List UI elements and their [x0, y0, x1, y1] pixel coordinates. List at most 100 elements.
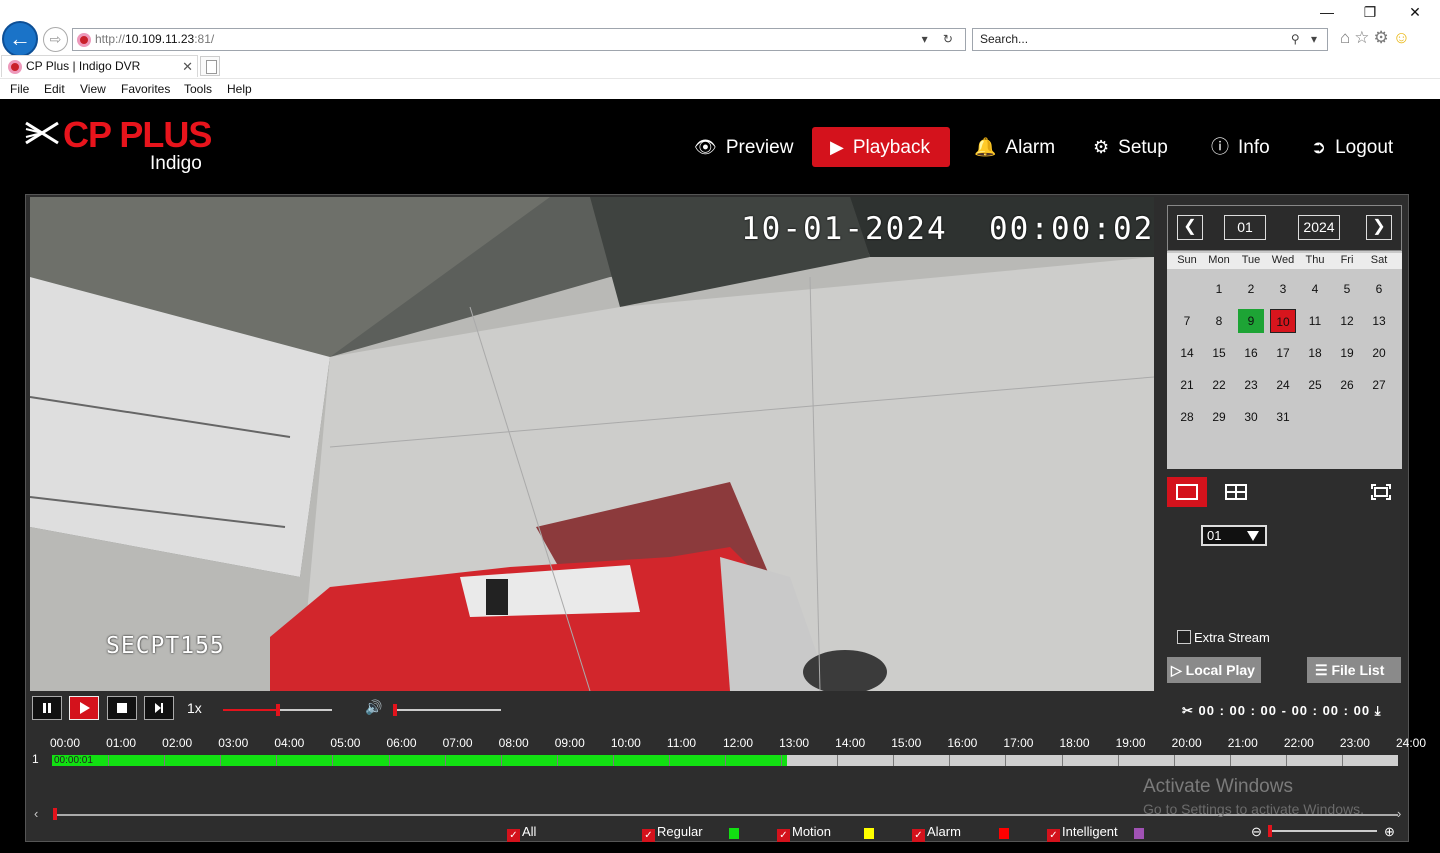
search-input[interactable]: Search... ⚲ ▾ [972, 28, 1328, 51]
calendar-day[interactable]: 15 [1206, 341, 1232, 365]
smiley-feedback-icon[interactable]: ☺ [1393, 28, 1414, 47]
refresh-icon[interactable]: ▾ ↻ [922, 29, 959, 50]
video-player[interactable]: 10-01-2024 00:00:02 SECPT155 [30, 197, 1154, 691]
forward-button[interactable]: ⇨ [43, 27, 68, 52]
progress-thumb[interactable] [275, 704, 280, 716]
calendar-day[interactable]: 1 [1206, 277, 1232, 301]
calendar-day[interactable]: 17 [1270, 341, 1296, 365]
calendar-day[interactable]: 31 [1270, 405, 1296, 429]
calendar-day[interactable]: 6 [1366, 277, 1392, 301]
calendar-day[interactable]: 24 [1270, 373, 1296, 397]
channel-select[interactable]: 01 [1201, 525, 1267, 546]
timeline-track[interactable]: 00:00:01 [52, 755, 1398, 766]
calendar-day[interactable]: 30 [1238, 405, 1264, 429]
calendar-day[interactable]: 22 [1206, 373, 1232, 397]
legend-motion[interactable]: ✓ Motion [777, 824, 831, 842]
scissors-icon[interactable]: ✂ [1182, 703, 1194, 718]
new-tab-button[interactable] [200, 56, 220, 76]
extra-stream-checkbox[interactable] [1177, 630, 1191, 644]
zoom-in-icon[interactable]: ⊕ [1384, 824, 1395, 840]
check-icon[interactable]: ✓ [912, 829, 925, 842]
quad-view-button[interactable] [1216, 477, 1256, 507]
playback-speed[interactable]: 1x [187, 700, 202, 716]
check-icon[interactable]: ✓ [507, 829, 520, 842]
calendar-day[interactable]: 2 [1238, 277, 1264, 301]
tab-close-icon[interactable]: ✕ [182, 56, 193, 77]
timeline-scroll-thumb[interactable] [53, 808, 57, 820]
menu-tools[interactable]: Tools [184, 82, 212, 96]
calendar-day[interactable]: 23 [1238, 373, 1264, 397]
nav-playback[interactable]: ▶ Playback [812, 127, 950, 167]
legend-intelligent[interactable]: ✓ Intelligent [1047, 824, 1118, 842]
menu-edit[interactable]: Edit [44, 82, 65, 96]
play-button[interactable] [69, 696, 99, 720]
calendar-day[interactable]: 26 [1334, 373, 1360, 397]
calendar-day[interactable]: 12 [1334, 309, 1360, 333]
single-view-button[interactable] [1167, 477, 1207, 507]
calendar-day[interactable]: 20 [1366, 341, 1392, 365]
restore-icon[interactable]: ❐ [1360, 4, 1380, 21]
nav-info[interactable]: ⓘ Info [1211, 127, 1270, 167]
browser-tab[interactable]: CP Plus | Indigo DVR ✕ [1, 55, 198, 77]
next-month-button[interactable]: ❯ [1366, 215, 1392, 240]
calendar-day[interactable]: 9 [1238, 309, 1264, 333]
close-window-icon[interactable]: ✕ [1405, 4, 1425, 21]
check-icon[interactable]: ✓ [642, 829, 655, 842]
calendar-day[interactable]: 5 [1334, 277, 1360, 301]
check-icon[interactable]: ✓ [777, 829, 790, 842]
back-button[interactable]: ← [2, 21, 38, 57]
calendar-day[interactable]: 27 [1366, 373, 1392, 397]
recording-segment[interactable] [52, 755, 787, 766]
menu-view[interactable]: View [80, 82, 106, 96]
calendar-day[interactable]: 3 [1270, 277, 1296, 301]
year-field[interactable]: 2024 [1298, 215, 1340, 240]
calendar-day[interactable]: 19 [1334, 341, 1360, 365]
fullscreen-button[interactable] [1361, 477, 1401, 507]
calendar-day[interactable]: 10 [1270, 309, 1296, 333]
file-list-button[interactable]: ☰ File List [1307, 657, 1401, 683]
calendar-day[interactable]: 14 [1174, 341, 1200, 365]
calendar-day[interactable]: 13 [1366, 309, 1392, 333]
home-icon[interactable]: ⌂ [1340, 28, 1354, 47]
legend-alarm[interactable]: ✓ Alarm [912, 824, 961, 842]
minimize-icon[interactable]: — [1317, 4, 1337, 20]
scroll-left-icon[interactable]: ‹ [34, 806, 38, 821]
calendar-day[interactable]: 28 [1174, 405, 1200, 429]
nav-alarm[interactable]: 🔔 Alarm [974, 127, 1055, 167]
month-field[interactable]: 01 [1224, 215, 1266, 240]
volume-thumb[interactable] [393, 704, 397, 716]
menu-help[interactable]: Help [227, 82, 252, 96]
calendar-day[interactable]: 25 [1302, 373, 1328, 397]
nav-setup[interactable]: ⚙ Setup [1093, 127, 1168, 167]
stop-button[interactable] [107, 696, 137, 720]
zoom-slider[interactable] [1269, 830, 1377, 832]
local-play-button[interactable]: ▷ Local Play [1167, 657, 1261, 683]
address-bar[interactable]: http://10.109.11.23:81/ ▾ ↻ [72, 28, 966, 51]
scroll-right-icon[interactable]: › [1397, 806, 1401, 821]
calendar-day[interactable]: 7 [1174, 309, 1200, 333]
pause-button[interactable] [32, 696, 62, 720]
menu-file[interactable]: File [10, 82, 29, 96]
calendar-day[interactable]: 18 [1302, 341, 1328, 365]
calendar-day[interactable]: 16 [1238, 341, 1264, 365]
check-icon[interactable]: ✓ [1047, 829, 1060, 842]
volume-icon[interactable]: 🔊 [365, 699, 382, 716]
settings-gear-icon[interactable]: ⚙ [1374, 28, 1393, 47]
menu-favorites[interactable]: Favorites [121, 82, 170, 96]
legend-all[interactable]: ✓ All [507, 824, 536, 842]
next-frame-button[interactable] [144, 696, 174, 720]
calendar-day[interactable]: 4 [1302, 277, 1328, 301]
extra-stream-option[interactable]: Extra Stream [1177, 630, 1270, 645]
calendar-day[interactable]: 29 [1206, 405, 1232, 429]
nav-logout[interactable]: ➲ Logout [1311, 127, 1393, 167]
download-icon[interactable]: ⤓ [1375, 703, 1382, 718]
nav-preview[interactable]: 👁 Preview [694, 127, 793, 167]
calendar-day[interactable]: 11 [1302, 309, 1328, 333]
prev-month-button[interactable]: ❮ [1177, 215, 1203, 240]
zoom-out-icon[interactable]: ⊖ [1251, 824, 1262, 840]
volume-slider[interactable] [393, 709, 501, 711]
search-icon[interactable]: ⚲ ▾ [1291, 29, 1321, 50]
calendar-day[interactable]: 8 [1206, 309, 1232, 333]
calendar-day[interactable]: 21 [1174, 373, 1200, 397]
favorites-star-icon[interactable]: ☆ [1354, 28, 1373, 47]
